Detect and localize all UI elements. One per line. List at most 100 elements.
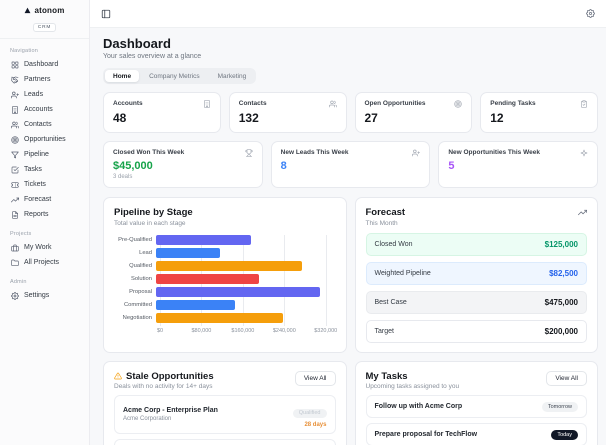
chart-rows: Pre-Qualified Lead Qualified Solution Pr…: [114, 234, 336, 323]
stale-opportunity-list: Acme Corp - Enterprise Plan Acme Corpora…: [114, 395, 336, 445]
chart-bar-row: Pre-Qualified: [114, 234, 336, 245]
grid-icon: [11, 61, 19, 69]
stat-value: 8: [280, 160, 287, 172]
sidebar-item-label: Forecast: [24, 196, 52, 203]
forecast-label: Target: [374, 327, 394, 335]
bar-label: Committed: [123, 301, 152, 308]
sidebar-item-tasks[interactable]: Tasks: [7, 162, 82, 177]
funnel-icon: [11, 151, 19, 159]
bar-label: Proposal: [129, 288, 152, 295]
gear-icon[interactable]: [586, 9, 595, 18]
forecast-label: Weighted Pipeline: [374, 269, 431, 277]
tab-marketing[interactable]: Marketing: [210, 70, 255, 82]
gear-icon: [11, 292, 19, 300]
stat-label: New Leads This Week: [280, 149, 349, 156]
sidebar-item-label: Reports: [24, 211, 49, 218]
stat-value: 5: [448, 160, 455, 172]
bar-label: Lead: [139, 249, 152, 256]
bar-track: [156, 273, 334, 284]
sidebar-item-pipeline[interactable]: Pipeline: [7, 147, 82, 162]
sidebar-item-accounts[interactable]: Accounts: [7, 102, 82, 117]
forecast-label: Best Case: [374, 298, 407, 306]
sidebar-item-forecast[interactable]: Forecast: [7, 192, 82, 207]
week-card-new-leads-this-week: New Leads This Week 8: [270, 141, 431, 188]
stat-card-open-opportunities: Open Opportunities 27: [354, 92, 473, 133]
sidebar-item-settings[interactable]: Settings: [7, 288, 82, 303]
stat-label: Contacts: [238, 100, 267, 107]
opportunity-name: Acme Corp - Enterprise Plan: [123, 407, 218, 414]
forecast-row: Best Case $475,000: [365, 290, 587, 314]
file-text-icon: [11, 211, 19, 219]
logo: atonom CRM: [0, 0, 89, 39]
forecast-value: $200,000: [544, 326, 578, 336]
sidebar-item-all-projects[interactable]: All Projects: [7, 255, 82, 270]
opportunity-company: Acme Corporation: [123, 415, 172, 422]
pipeline-bar: [156, 286, 321, 297]
pipeline-bar: [156, 234, 252, 245]
panel-subtitle: Total value in each stage: [114, 219, 186, 227]
task-name: Follow up with Acme Corp: [374, 403, 463, 410]
bar-label: Solution: [131, 275, 152, 282]
sidebar-item-opportunities[interactable]: Opportunities: [7, 132, 82, 147]
stage-badge: Qualified: [292, 408, 327, 418]
pipeline-chart: Pre-Qualified Lead Qualified Solution Pr…: [114, 234, 337, 336]
sidebar-item-contacts[interactable]: Contacts: [7, 117, 82, 132]
sidebar-item-partners[interactable]: Partners: [7, 72, 82, 87]
sidebar-item-my-work[interactable]: My Work: [7, 240, 82, 255]
nav-section-admin: Admin Settings: [7, 279, 82, 303]
pipeline-panel: Pipeline by Stage Total value in each st…: [103, 197, 347, 353]
nav-section-label: Navigation: [10, 48, 38, 54]
view-all-button[interactable]: View All: [546, 370, 587, 386]
stale-opportunity-row[interactable]: Acme Corp - Enterprise Plan Acme Corpora…: [114, 395, 336, 434]
chart-bar-row: Committed: [114, 299, 336, 310]
sidebar-item-label: Dashboard: [24, 61, 59, 68]
forecast-row: Weighted Pipeline $82,500: [365, 261, 587, 285]
sidebar-item-label: Leads: [24, 91, 44, 98]
panel-title: My Tasks: [365, 370, 408, 382]
stat-card-row: Accounts 48 Contacts 132 Open Opportunit…: [103, 92, 598, 133]
task-row[interactable]: Follow up with Acme Corp Tomorrow: [365, 395, 587, 418]
chart-bar-row: Lead: [114, 247, 336, 258]
stat-label: Open Opportunities: [364, 100, 426, 107]
users-icon: [11, 121, 19, 129]
tab-home[interactable]: Home: [105, 70, 140, 82]
stat-value: 132: [238, 111, 259, 125]
chart-axis: $0 $80,000 $160,000 $240,000 $320,000: [157, 326, 337, 336]
building-icon: [203, 100, 211, 108]
sparkle-icon: [580, 149, 588, 157]
stale-opportunity-row[interactable]: TechFlow - Platform License TechFlow Sol…: [114, 438, 336, 445]
sidebar-item-tickets[interactable]: Tickets: [7, 177, 82, 192]
sidebar-item-label: Tickets: [24, 181, 46, 188]
handshake-icon: [11, 76, 19, 84]
crm-app: atonom CRM Navigation Dashboard Partners: [0, 0, 606, 445]
panel-toggle-icon[interactable]: [101, 9, 111, 19]
logo-icon: [24, 7, 31, 14]
page-subtitle: Your sales overview at a glance: [103, 53, 202, 60]
sidebar-item-label: Partners: [24, 76, 51, 83]
bar-track: [156, 286, 334, 297]
user-plus-icon: [412, 149, 420, 157]
task-row[interactable]: Prepare proposal for TechFlow Today: [365, 423, 587, 445]
nav-list: Dashboard Partners Leads Accounts Contac…: [7, 57, 82, 222]
bar-label: Negotiation: [122, 314, 152, 321]
forecast-rows: Closed Won $125,000 Weighted Pipeline $8…: [365, 232, 587, 343]
sidebar-item-dashboard[interactable]: Dashboard: [7, 57, 82, 72]
tab-company-metrics[interactable]: Company Metrics: [141, 70, 208, 82]
panel-title: Forecast: [365, 207, 406, 218]
axis-tick-label: $80,000: [191, 327, 212, 334]
bar-track: [156, 312, 334, 323]
bar-track: [156, 234, 334, 245]
stat-value: $45,000: [113, 160, 153, 172]
stat-value: 27: [364, 111, 378, 125]
view-all-button[interactable]: View All: [294, 370, 336, 386]
due-badge: Tomorrow: [541, 401, 578, 412]
forecast-value: $82,500: [549, 268, 578, 278]
my-tasks-panel: My Tasks Upcoming tasks assigned to you …: [354, 360, 598, 445]
bottom-panels: Stale Opportunities Deals with no activi…: [103, 360, 598, 445]
forecast-value: $475,000: [544, 297, 578, 307]
sidebar-item-leads[interactable]: Leads: [7, 87, 82, 102]
target-icon: [454, 100, 462, 108]
axis-tick-label: $160,000: [231, 327, 255, 334]
bar-track: [156, 299, 334, 310]
sidebar-item-reports[interactable]: Reports: [7, 207, 82, 222]
